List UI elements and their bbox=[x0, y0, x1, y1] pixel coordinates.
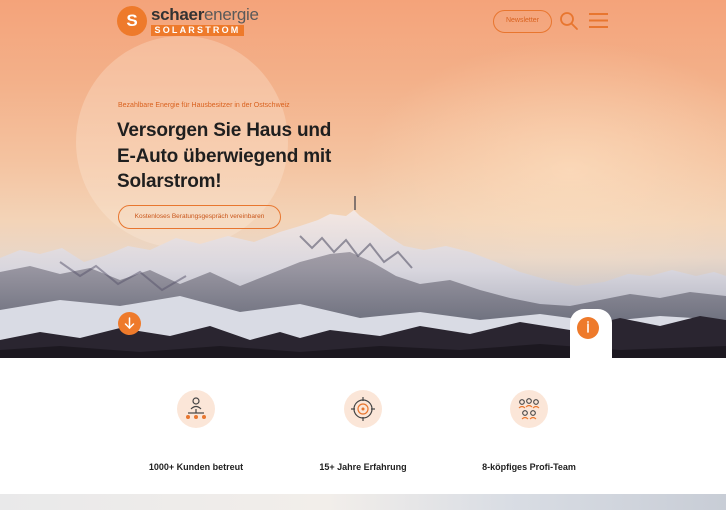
menu-button[interactable] bbox=[589, 12, 608, 29]
hero-eyebrow: Bezahlbare Energie für Hausbesitzer in d… bbox=[118, 102, 290, 109]
feature-experience: 15+ Jahre Erfahrung bbox=[288, 388, 438, 472]
hamburger-menu-icon bbox=[589, 13, 608, 28]
headline-line-2: E-Auto überwiegend mit bbox=[117, 145, 332, 167]
logo-name-light: energie bbox=[204, 5, 259, 24]
target-coin-icon bbox=[344, 390, 382, 428]
search-icon bbox=[560, 12, 578, 30]
brand-logo[interactable]: S schaerenergie SOLARSTROM bbox=[117, 6, 259, 36]
team-group-icon bbox=[510, 390, 548, 428]
next-section-preview bbox=[0, 494, 726, 510]
arrow-down-icon bbox=[124, 317, 135, 329]
headline-line-3: Solarstrom! bbox=[117, 171, 222, 192]
logo-name-bold: schaer bbox=[151, 5, 205, 24]
hero-headline: Versorgen Sie Haus und E-Auto überwiegen… bbox=[117, 118, 377, 195]
info-icon bbox=[587, 321, 589, 333]
search-button[interactable] bbox=[559, 11, 579, 31]
feature-team: 8-köpfiges Profi-Team bbox=[454, 388, 604, 472]
logo-subline: SOLARSTROM bbox=[151, 25, 244, 36]
logo-mark: S bbox=[117, 6, 147, 36]
features-section: 1000+ Kunden betreut 15+ Jahre Erfahrung bbox=[0, 358, 726, 494]
newsletter-button[interactable]: Newsletter bbox=[493, 10, 552, 33]
consultation-cta-button[interactable]: Kostenloses Beratungsgespräch vereinbare… bbox=[118, 205, 281, 229]
feature-label: 1000+ Kunden betreut bbox=[148, 462, 244, 472]
logo-wordmark: schaerenergie bbox=[151, 6, 259, 24]
hierarchy-people-icon bbox=[177, 390, 215, 428]
feature-customers: 1000+ Kunden betreut bbox=[121, 388, 271, 472]
feature-label: 8-köpfiges Profi-Team bbox=[482, 462, 576, 472]
scroll-down-button[interactable] bbox=[118, 312, 141, 335]
info-button[interactable] bbox=[577, 317, 599, 339]
feature-label: 15+ Jahre Erfahrung bbox=[319, 462, 407, 472]
headline-line-1: Versorgen Sie Haus und bbox=[117, 120, 332, 141]
